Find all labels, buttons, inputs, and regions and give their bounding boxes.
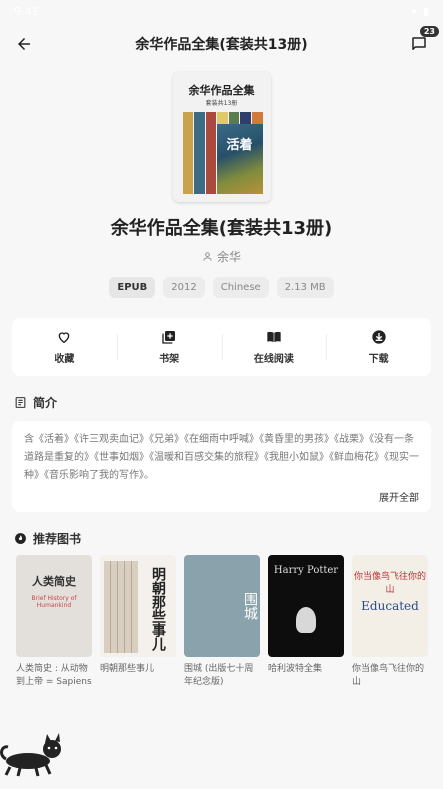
recommend-heading: 推荐图书 (0, 530, 443, 547)
tag-year: 2012 (163, 277, 205, 298)
stag-illustration (296, 607, 316, 633)
book-cover-container: 余华作品全集 套装共13册 活着 (0, 72, 443, 202)
recommend-book[interactable]: 明朝那些事儿 明朝那些事儿 (100, 555, 176, 689)
person-icon (203, 252, 212, 261)
message-count-badge: 23 (419, 26, 439, 37)
arrow-left-icon (18, 38, 30, 50)
cover-painting: 活着 (216, 124, 263, 194)
favorite-button[interactable]: 收藏 (12, 318, 117, 376)
book-cover: 你当像鸟飞往你的山 Educated (352, 555, 428, 657)
recommend-book[interactable]: 围城 围城 (出版七十周年纪念版) (184, 555, 260, 689)
author-row[interactable]: 余华 (0, 248, 443, 265)
recommend-book[interactable]: 你当像鸟飞往你的山 Educated 你当像鸟飞往你的山 (352, 555, 428, 689)
intro-card: 含《活着》《许三观卖血记》《兄弟》《在细雨中呼喊》《黄昏里的男孩》《战栗》《没有… (12, 421, 431, 512)
intro-heading: 简介 (0, 394, 443, 411)
cover-subtitle: 套装共13册 (205, 100, 238, 107)
book-tags: EPUB 2012 Chinese 2.13 MB (0, 277, 443, 298)
status-icons: ▾ ▮ (411, 5, 429, 18)
book-title: 余华作品全集(套装共13册) (110, 218, 333, 239)
battery-icon: ▮ (422, 4, 429, 18)
cover-title: 人类简史 (32, 575, 76, 588)
tag-format: EPUB (109, 277, 156, 298)
messages-button[interactable]: 23 (407, 26, 439, 56)
tag-size: 2.13 MB (276, 277, 334, 298)
download-icon (371, 330, 386, 344)
cover-title: 余华作品全集 (188, 84, 255, 97)
book-title: 人类简史 : 从动物到上帝 = Sapiens (16, 664, 92, 687)
book-title: 哈利波特全集 (268, 664, 323, 674)
download-button[interactable]: 下载 (326, 318, 431, 376)
book-cover: 人类简史 Brief History of Humankind (16, 555, 92, 657)
status-time: 9:41 (14, 4, 39, 18)
tag-language: Chinese (212, 277, 269, 298)
page-title: 余华作品全集(套装共13册) (135, 37, 308, 53)
action-bar: 收藏 书架 在线阅读 下载 (12, 318, 431, 376)
expand-all-button[interactable]: 展开全部 (24, 489, 419, 504)
book-title: 围城 (出版七十周年纪念版) (184, 664, 254, 687)
read-online-button[interactable]: 在线阅读 (221, 318, 327, 376)
intro-heading-label: 简介 (33, 396, 58, 410)
book-title: 你当像鸟飞往你的山 (352, 664, 425, 687)
book-cover: 明朝那些事儿 (100, 555, 176, 657)
intro-text: 含《活着》《许三观卖血记》《兄弟》《在细雨中呼喊》《黄昏里的男孩》《战栗》《没有… (24, 434, 419, 481)
recommend-list: 人类简史 Brief History of Humankind 人类简史 : 从… (0, 555, 443, 689)
author-name: 余华 (216, 250, 241, 264)
bookshelf-button[interactable]: 书架 (116, 318, 222, 376)
cover-title: 你当像鸟飞往你的山 (353, 572, 426, 595)
download-label: 下载 (368, 354, 389, 365)
book-cover: 围城 (184, 555, 260, 657)
heart-icon (59, 332, 70, 344)
recommend-icon (15, 533, 26, 544)
status-bar: 9:41 ▾ ▮ (0, 0, 443, 22)
recommend-book[interactable]: 人类简史 Brief History of Humankind 人类简史 : 从… (16, 555, 92, 689)
cover-title: 明朝那些事儿 (150, 567, 166, 651)
recommend-heading-label: 推荐图书 (33, 532, 82, 546)
cover-subtitle: Brief History of Humankind (31, 595, 77, 609)
book-cover[interactable]: 余华作品全集 套装共13册 活着 (172, 72, 271, 202)
wifi-icon: ▾ (411, 4, 417, 18)
cover-title: Harry Potter (273, 565, 339, 576)
add-to-shelf-icon (162, 331, 176, 344)
bookshelf-label: 书架 (159, 354, 180, 365)
book-title: 明朝那些事儿 (100, 664, 155, 674)
favorite-label: 收藏 (54, 354, 75, 365)
chat-icon (412, 37, 426, 50)
cat-mascot-icon (0, 733, 61, 777)
back-button[interactable] (12, 32, 36, 56)
cover-spines (104, 561, 138, 653)
document-icon (15, 397, 26, 408)
read-online-label: 在线阅读 (253, 354, 294, 365)
cover-painting-text: 活着 (226, 138, 253, 153)
cover-title: 围城 (242, 592, 258, 620)
recommend-book[interactable]: Harry Potter 哈利波特全集 (268, 555, 344, 689)
app-bar: 余华作品全集(套装共13册) 23 (0, 22, 443, 66)
book-open-icon (267, 331, 281, 343)
book-cover: Harry Potter (268, 555, 344, 657)
cover-subtitle: Educated (361, 599, 419, 613)
